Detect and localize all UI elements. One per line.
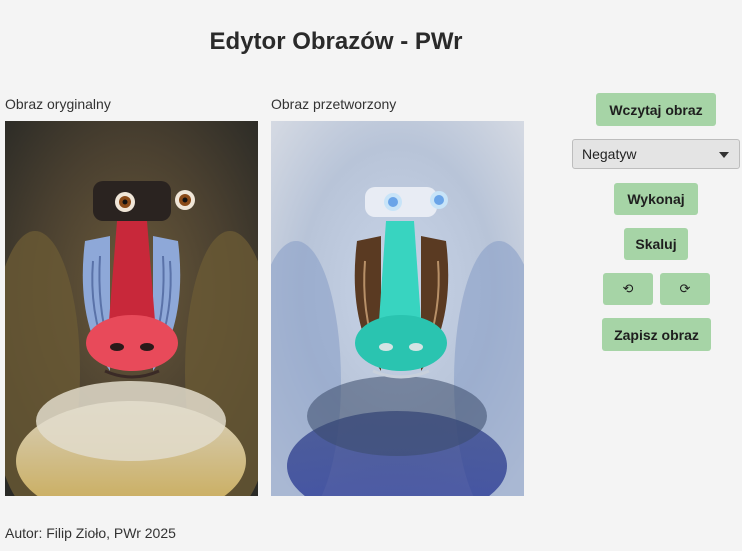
original-image — [5, 121, 258, 496]
load-image-button[interactable]: Wczytaj obraz — [596, 93, 716, 126]
processed-image — [271, 121, 524, 496]
operation-select[interactable]: Negatyw — [572, 139, 740, 169]
processed-image-label: Obraz przetworzony — [271, 96, 397, 112]
app-title: Edytor Obrazów - PWr — [209, 28, 463, 55]
rotate-left-button[interactable]: ⟲ — [603, 273, 653, 305]
chevron-down-icon — [719, 152, 729, 158]
save-image-button[interactable]: Zapisz obraz — [602, 318, 711, 351]
rotate-right-button[interactable]: ⟳ — [660, 273, 710, 305]
rotate-left-icon: ⟲ — [622, 281, 634, 296]
original-image-label: Obraz oryginalny — [5, 96, 111, 112]
execute-button[interactable]: Wykonaj — [614, 183, 698, 215]
rotate-right-icon: ⟳ — [679, 281, 691, 296]
operation-select-value: Negatyw — [582, 146, 637, 162]
author-footer: Autor: Filip Zioło, PWr 2025 — [5, 525, 176, 541]
scale-button[interactable]: Skaluj — [624, 228, 688, 260]
